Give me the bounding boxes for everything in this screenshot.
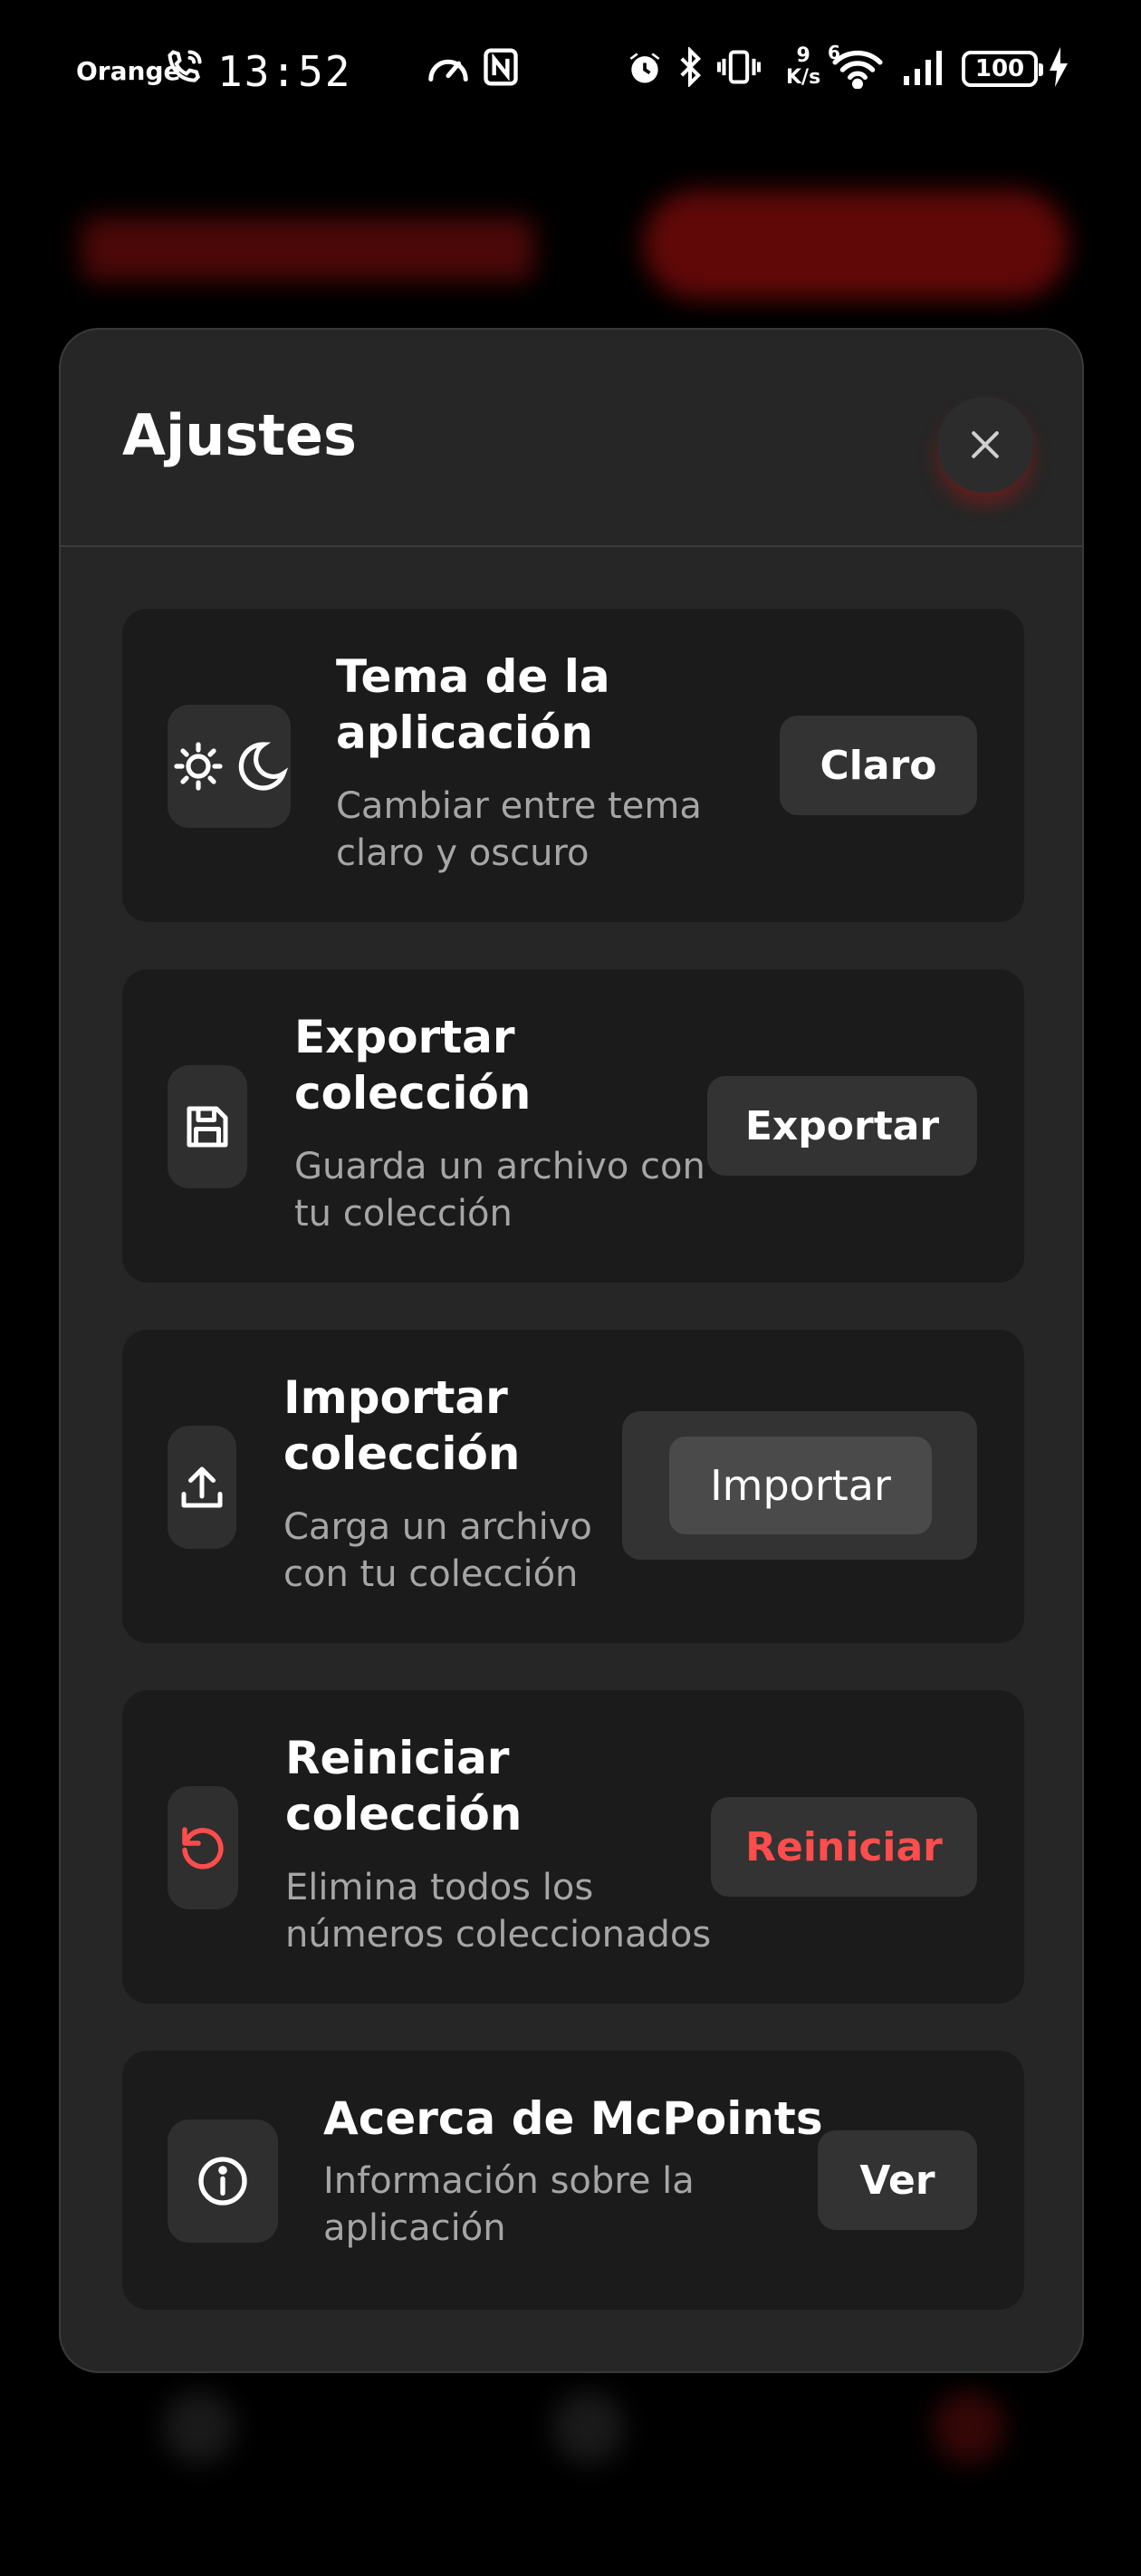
background-button — [643, 190, 1069, 299]
charging-icon — [1049, 47, 1069, 91]
speedometer-icon — [426, 47, 471, 91]
info-icon — [168, 2119, 278, 2243]
setting-title: Tema de la aplicación — [336, 650, 610, 759]
alarm-icon — [625, 47, 665, 92]
wifi-icon: 6 — [828, 42, 884, 92]
setting-description: Cambiar entre tema claro y oscuro — [336, 785, 702, 874]
setting-title: Acerca de McPoints — [323, 2092, 823, 2145]
close-icon — [972, 431, 999, 458]
about-view-button[interactable]: Ver — [818, 2130, 977, 2230]
setting-title: Exportar colección — [294, 1011, 532, 1120]
clock: 13:52 — [217, 47, 352, 96]
about-setting-card: Acerca de McPoints Información sobre la … — [122, 2051, 1024, 2310]
setting-title: Reiniciar colección — [285, 1732, 523, 1841]
nfc-icon — [482, 47, 520, 91]
network-speed: 9 K/s — [786, 44, 821, 89]
status-bar: Orange 13:52 9 K/s 6 100 — [0, 0, 1141, 145]
settings-dialog: Ajustes Tema de la aplicación Cambiar en… — [59, 328, 1084, 2373]
setting-description: Carga un archivo con tu colección — [283, 1506, 592, 1595]
wifi-calling-icon — [165, 47, 205, 91]
battery-indicator: 100 — [962, 51, 1043, 87]
theme-setting-card: Tema de la aplicación Cambiar entre tema… — [122, 609, 1024, 922]
setting-description: Información sobre la aplicación — [323, 2160, 695, 2249]
reset-setting-card: Reiniciar colección Elimina todos los nú… — [122, 1690, 1024, 2004]
theme-sun-moon-icon — [168, 705, 291, 828]
background-app-header — [0, 163, 1141, 317]
reset-icon — [168, 1786, 238, 1909]
import-setting-card: Importar colección Carga un archivo con … — [122, 1330, 1024, 1643]
background-bottom-nav — [0, 2355, 1141, 2576]
dialog-header: Ajustes — [61, 330, 1082, 547]
upload-icon — [168, 1426, 236, 1549]
save-floppy-icon — [168, 1065, 247, 1188]
import-button-container: Importar — [622, 1411, 977, 1560]
setting-description: Elimina todos los números coleccionados — [285, 1867, 712, 1956]
import-button[interactable]: Importar — [669, 1437, 932, 1534]
setting-description: Guarda un archivo con tu colección — [294, 1146, 705, 1235]
close-button[interactable] — [937, 397, 1033, 493]
setting-title: Importar colección — [283, 1371, 521, 1480]
export-setting-card: Exportar colección Guarda un archivo con… — [122, 969, 1024, 1283]
vibrate-icon — [716, 47, 762, 91]
dialog-title: Ajustes — [122, 402, 357, 468]
theme-toggle-button[interactable]: Claro — [780, 716, 977, 815]
bluetooth-icon — [677, 45, 703, 91]
signal-icon — [902, 47, 949, 91]
reset-button[interactable]: Reiniciar — [711, 1797, 977, 1897]
export-button[interactable]: Exportar — [707, 1076, 977, 1176]
background-logo — [82, 217, 534, 281]
